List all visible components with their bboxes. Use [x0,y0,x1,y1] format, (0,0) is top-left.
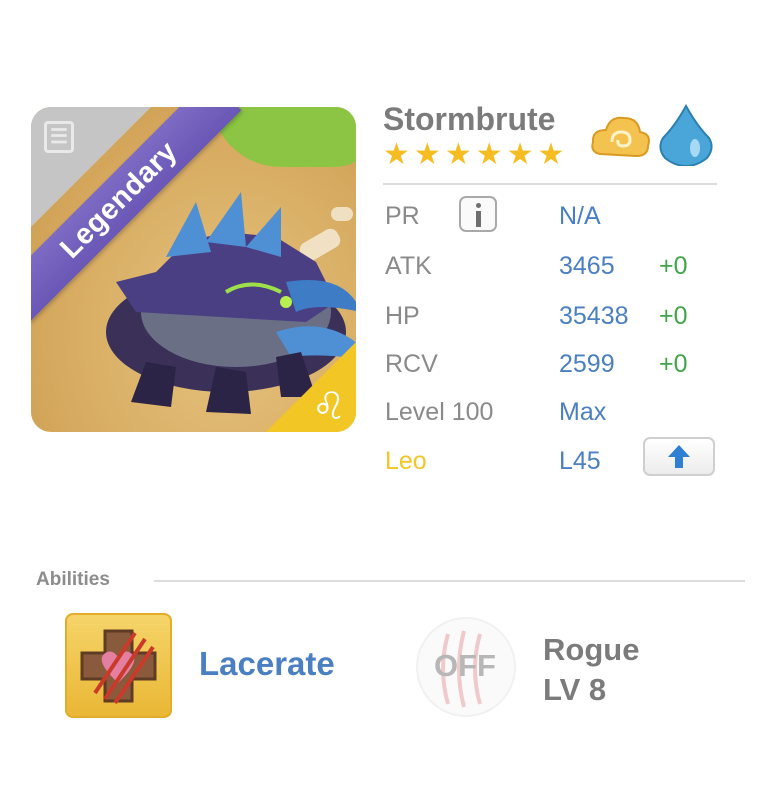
leo-zodiac-icon: ♌ [311,384,346,428]
lacerate-ability-icon[interactable] [65,613,172,718]
monster-name: Stormbrute [383,101,556,137]
info-icon [476,203,481,208]
info-button[interactable] [459,196,497,232]
atk-bonus: +0 [659,252,688,280]
class-level: LV 8 [543,672,607,707]
level-value: Max [559,398,607,426]
rcv-value: 2599 [559,350,615,378]
zodiac-label: Leo [385,447,427,475]
pr-label: PR [385,202,420,230]
hp-value: 35438 [559,302,629,330]
header-divider [383,183,717,185]
atk-label: ATK [385,252,432,280]
abilities-divider [154,580,745,582]
ability-name[interactable]: Lacerate [199,645,335,683]
hp-bonus: +0 [659,302,688,330]
star-icon: ★ [506,137,534,172]
heal-cross-claw-icon [80,629,157,705]
hp-label: HP [385,302,420,330]
water-drop-element-icon [659,104,713,166]
document-icon[interactable]: ☰ [44,121,74,153]
rcv-label: RCV [385,350,438,378]
arrow-up-icon [668,445,690,468]
cloud-element-icon [591,116,650,158]
zodiac-upgrade-button[interactable] [643,437,715,476]
abilities-heading: Abilities [36,569,110,590]
level-label: Level 100 [385,398,494,426]
atk-value: 3465 [559,252,615,280]
star-icon: ★ [537,137,565,172]
star-icon: ★ [413,137,441,172]
class-name: Rogue [543,632,640,667]
pr-value: N/A [559,202,601,230]
star-rating: ★ ★ ★ ★ ★ ★ [383,140,564,170]
zodiac-level-value: L45 [559,447,601,475]
star-icon: ★ [383,137,410,172]
rcv-bonus: +0 [659,350,688,378]
info-icon-bar [476,211,481,227]
star-icon: ★ [444,137,472,172]
monster-portrait[interactable]: ☰ Legendary ♌ [31,107,356,432]
star-icon: ★ [475,137,503,172]
class-ability-state: OFF [434,648,496,683]
